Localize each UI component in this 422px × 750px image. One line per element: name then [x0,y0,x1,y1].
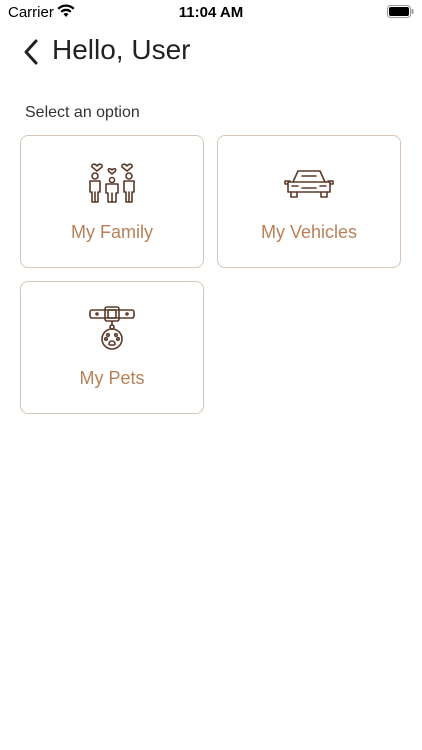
option-card-my-vehicles[interactable]: My Vehicles [217,135,401,268]
page-title: Hello, User [52,34,191,65]
option-label: My Pets [79,368,145,388]
pet-collar-icon [21,304,203,352]
select-option-prompt: Select an option [25,104,140,121]
back-chevron-icon[interactable] [20,36,42,68]
battery-icon [387,5,414,18]
clock: 11:04 AM [178,4,244,21]
option-label: My Family [71,222,153,242]
status-bar: Carrier 11:04 AM [0,0,422,24]
navigation-bar: Hello, User [0,30,422,74]
option-card-my-pets[interactable]: My Pets [20,281,204,414]
family-icon [21,158,203,206]
car-icon [218,158,400,206]
option-label: My Vehicles [260,222,358,242]
option-card-my-family[interactable]: My Family [20,135,204,268]
